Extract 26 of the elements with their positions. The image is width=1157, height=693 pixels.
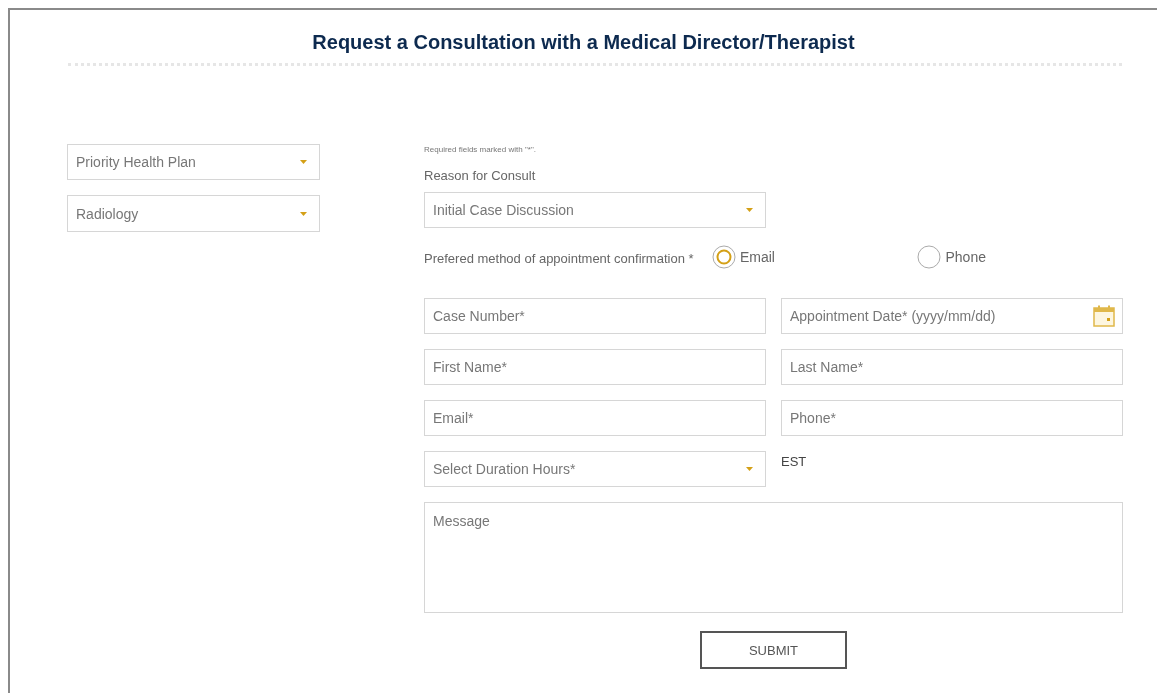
caret-icon	[300, 160, 307, 164]
input-field[interactable]: Email*	[424, 400, 766, 436]
required-note: Required fields marked with "*".	[424, 144, 537, 156]
message-field[interactable]: Message	[424, 502, 1123, 613]
dropdown[interactable]: Select Duration Hours*	[424, 451, 766, 487]
input-field[interactable]: Last Name*	[781, 349, 1123, 385]
caret-icon	[746, 208, 753, 212]
dropdown[interactable]: Initial Case Discussion	[424, 192, 766, 228]
input-field[interactable]: First Name*	[424, 349, 766, 385]
dropdown[interactable]: Radiology	[67, 195, 320, 232]
input-field[interactable]: Case Number*	[424, 298, 766, 334]
radio-button[interactable]	[711, 245, 736, 269]
submit-button[interactable]: SUBMIT	[700, 631, 847, 669]
radio-label[interactable]: Phone	[945, 249, 986, 265]
dropdown[interactable]: Priority Health Plan	[67, 144, 320, 180]
calendar-icon[interactable]	[1092, 304, 1116, 328]
field-label: Reason for Consult	[424, 168, 537, 184]
caret-icon	[300, 211, 307, 216]
field-label: Prefered method of appointment confirmation *	[424, 251, 695, 267]
date-field[interactable]: Appointment Date* (yyyy/mm/dd)	[781, 298, 1123, 334]
radio-label[interactable]: Email	[739, 249, 775, 265]
radio-button[interactable]	[917, 245, 942, 269]
input-field[interactable]: Phone*	[781, 400, 1123, 436]
caret-icon	[746, 467, 753, 471]
timezone-label: EST	[781, 453, 808, 471]
page-title: Request a Consultation with a Medical Director/Therapist	[311, 30, 856, 54]
